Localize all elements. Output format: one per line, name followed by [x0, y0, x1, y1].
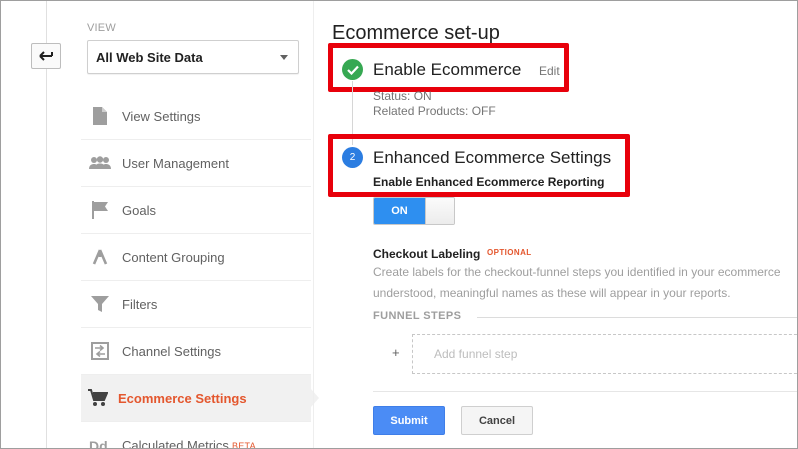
filter-icon — [89, 293, 111, 315]
sidebar-item-calculated-metrics[interactable]: Dd Calculated Metrics BETA — [81, 422, 311, 449]
enhanced-ecommerce-toggle[interactable]: ON — [373, 197, 455, 225]
page-title: Ecommerce set-up — [332, 22, 500, 44]
view-selector-value: All Web Site Data — [96, 49, 203, 65]
toggle-on-label: ON — [374, 198, 425, 224]
content-grouping-icon — [89, 246, 111, 268]
back-button[interactable] — [31, 43, 61, 69]
cart-icon — [87, 387, 109, 409]
dd-icon: Dd — [89, 435, 111, 449]
sidebar-item-user-management[interactable]: User Management — [81, 140, 311, 187]
users-icon — [89, 152, 111, 174]
cancel-button[interactable]: Cancel — [461, 406, 533, 435]
view-label: VIEW — [87, 22, 116, 34]
sidebar-item-view-settings[interactable]: View Settings — [81, 93, 311, 140]
checkout-labeling-title: Checkout Labeling — [373, 247, 481, 261]
channel-icon — [89, 340, 111, 362]
sidebar-item-label: User Management — [122, 155, 229, 171]
sidebar-item-label: Ecommerce Settings — [118, 390, 247, 406]
main-divider — [313, 1, 314, 448]
document-icon — [89, 105, 111, 127]
funnel-steps-label: FUNNEL STEPS — [373, 310, 462, 322]
sidebar-item-channel-settings[interactable]: Channel Settings — [81, 328, 311, 375]
screen: VIEW All Web Site Data View Settings Use… — [0, 0, 798, 449]
sidebar-item-ecommerce-settings[interactable]: Ecommerce Settings — [81, 375, 311, 422]
edit-link[interactable]: Edit — [539, 64, 560, 78]
flag-icon — [89, 199, 111, 221]
checkout-description-line2: understood, meaningful names as these wi… — [373, 286, 731, 300]
sidebar-item-label: Goals — [122, 202, 156, 218]
chevron-down-icon — [280, 55, 288, 60]
step1-title: Enable Ecommerce — [373, 60, 522, 79]
add-funnel-step-placeholder: Add funnel step — [434, 347, 518, 361]
beta-badge: BETA — [231, 440, 256, 449]
sidebar-item-label: Channel Settings — [122, 343, 222, 359]
step-number-badge: 2 — [342, 147, 363, 168]
sidebar-item-label: View Settings — [122, 108, 201, 124]
admin-sidebar: VIEW All Web Site Data View Settings Use… — [81, 1, 311, 449]
sidebar-item-label: Calculated Metrics — [122, 438, 229, 449]
step2-title: Enhanced Ecommerce Settings — [373, 148, 612, 167]
related-products-status: Related Products: OFF — [373, 104, 496, 118]
plus-icon[interactable]: + — [392, 345, 400, 360]
back-arrow-icon — [39, 51, 53, 61]
sidebar-item-filters[interactable]: Filters — [81, 281, 311, 328]
checkmark-icon — [342, 59, 363, 80]
sidebar-item-label: Content Grouping — [122, 249, 225, 265]
toggle-knob — [425, 198, 454, 224]
add-funnel-step-input[interactable]: Add funnel step — [412, 334, 797, 374]
view-selector[interactable]: All Web Site Data — [87, 40, 299, 74]
svg-text:Dd: Dd — [89, 439, 108, 449]
optional-tag: OPTIONAL — [487, 248, 532, 257]
form-divider — [373, 391, 797, 392]
checkout-description-line1: Create labels for the checkout-funnel st… — [373, 265, 781, 279]
ecommerce-status: Status: ON — [373, 89, 432, 103]
funnel-divider — [477, 317, 797, 318]
submit-button[interactable]: Submit — [373, 406, 445, 435]
enhanced-ecommerce-label: Enable Enhanced Ecommerce Reporting — [373, 175, 605, 189]
sidebar-item-label: Filters — [122, 296, 158, 312]
sidebar-item-goals[interactable]: Goals — [81, 187, 311, 234]
sidebar-item-content-grouping[interactable]: Content Grouping — [81, 234, 311, 281]
